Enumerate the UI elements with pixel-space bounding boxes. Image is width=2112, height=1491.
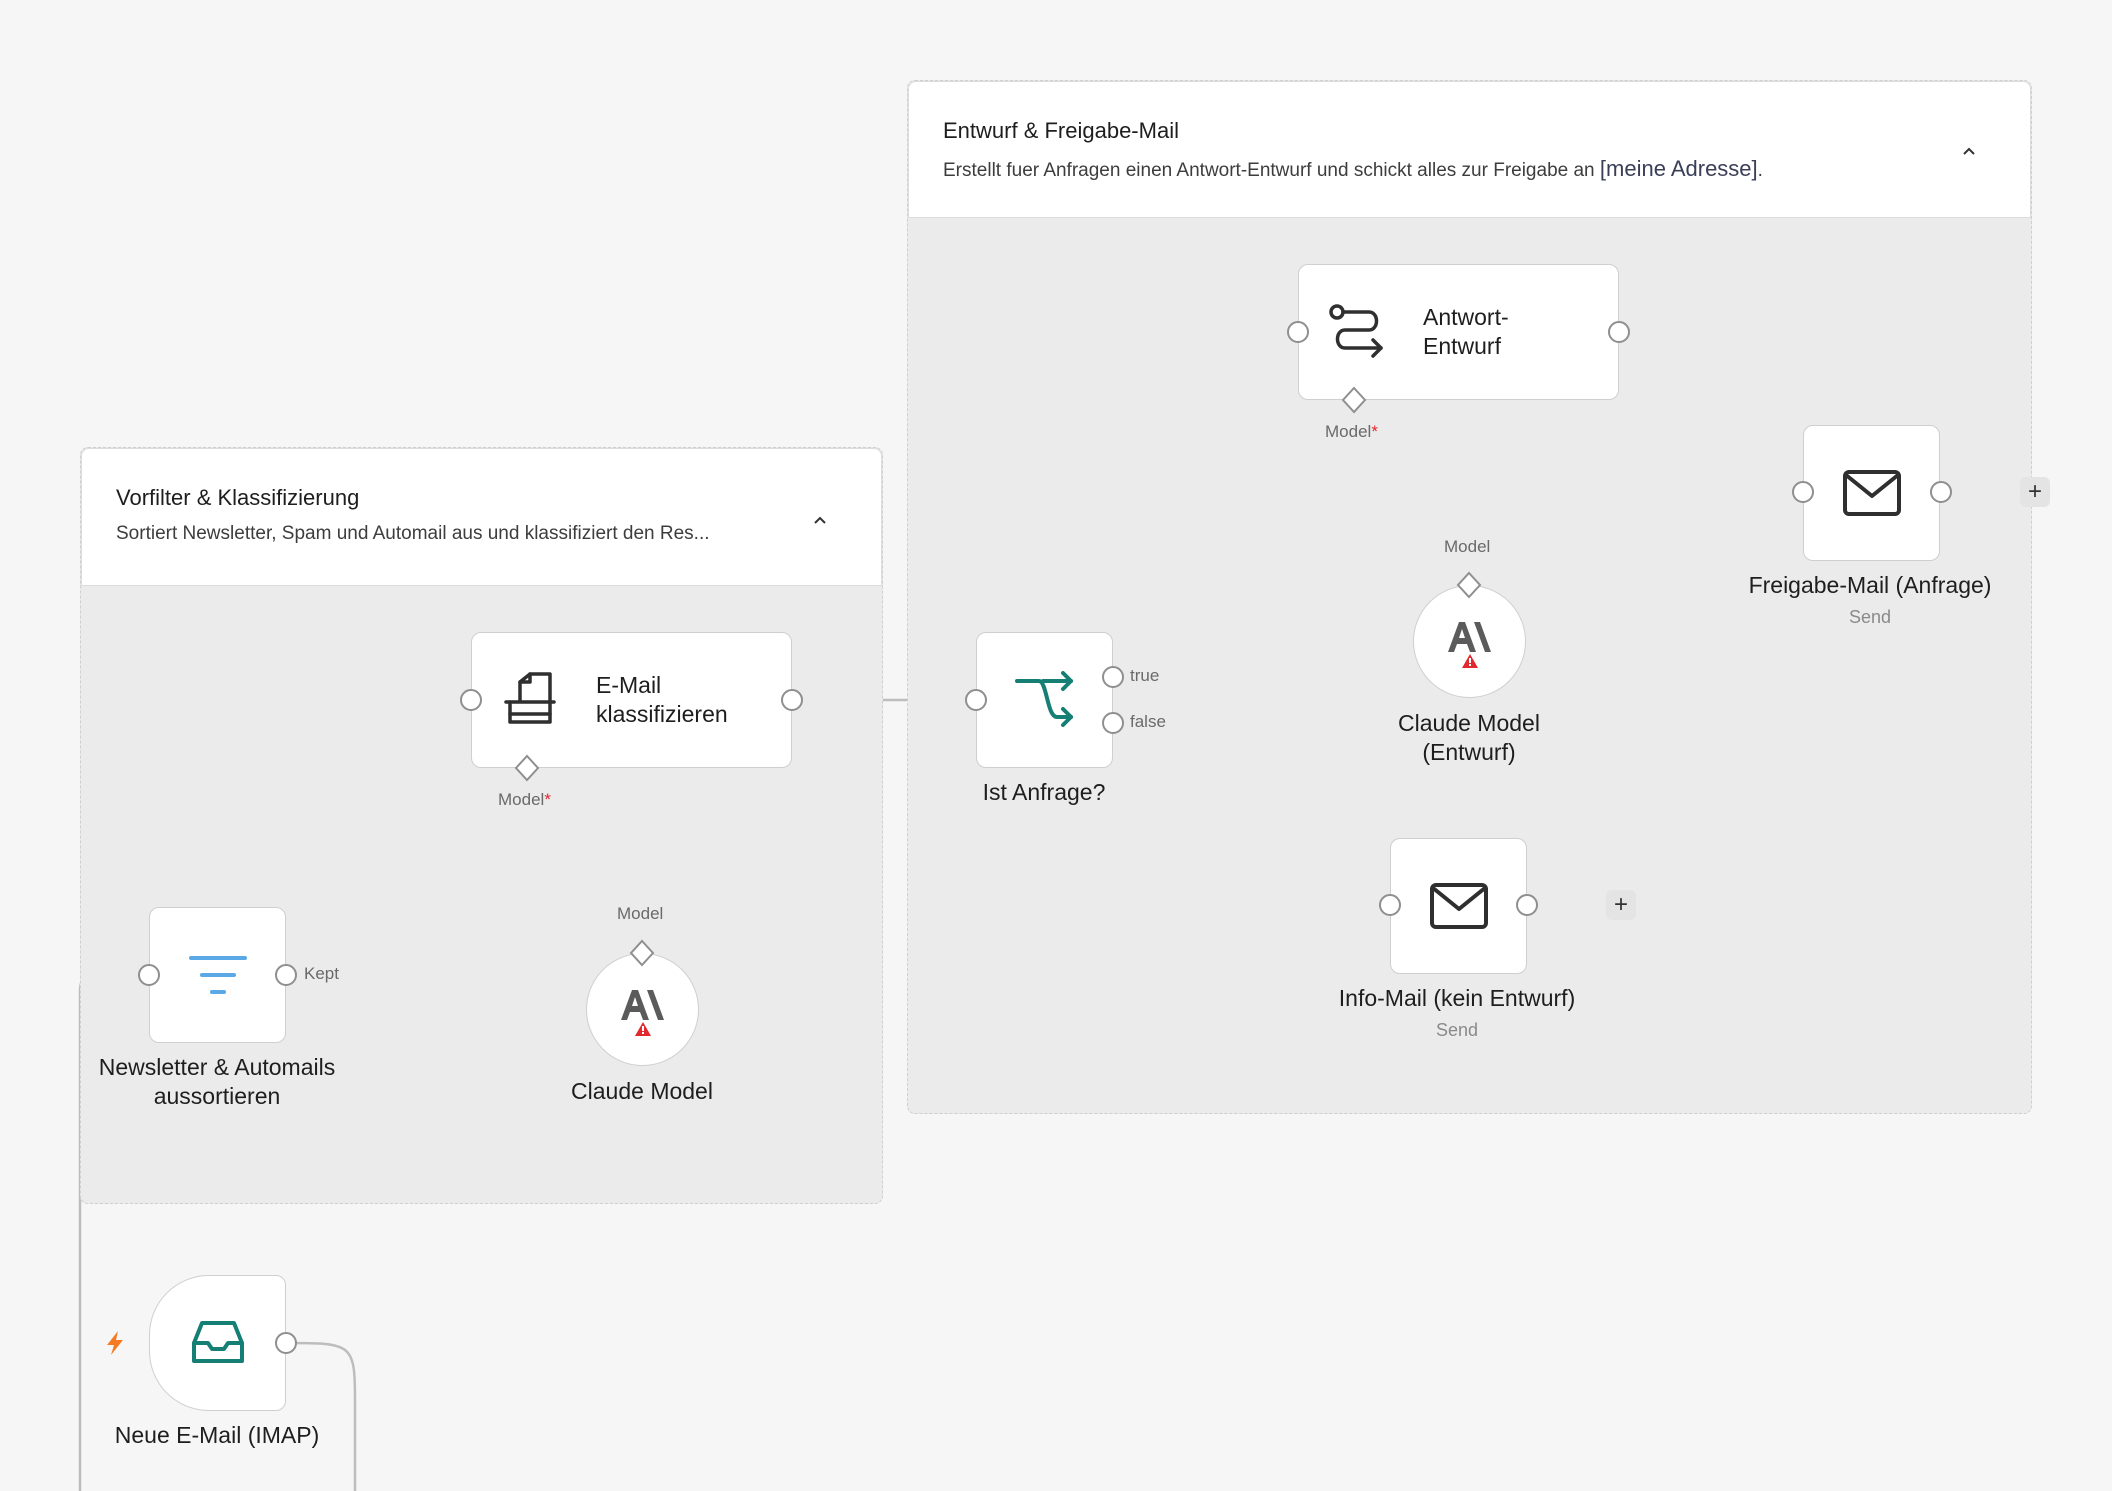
node-claude-model[interactable] — [586, 953, 699, 1066]
node-info-mail-title: Info-Mail (kein Entwurf) — [1338, 985, 1576, 1011]
required-mark: * — [544, 790, 551, 809]
node-neue-email-trigger[interactable] — [149, 1275, 286, 1411]
document-classify-icon — [504, 672, 556, 724]
model-port-text: Model — [1325, 422, 1372, 441]
group-vorfilter-header: Vorfilter & Klassifizierung Sortiert New… — [81, 448, 882, 586]
node-classify[interactable]: E-Mail klassifizieren — [471, 632, 792, 768]
node-antwort-entwurf-title: Antwort-Entwurf — [1423, 304, 1509, 359]
node-claude-model-entwurf-port-label: Model — [1444, 537, 1491, 556]
lightning-icon — [107, 1331, 123, 1355]
node-info-mail-subtitle: Send — [1435, 1020, 1479, 1040]
group-entwurf-title: Entwurf & Freigabe-Mail — [943, 118, 1179, 143]
node-freigabe-mail-title: Freigabe-Mail (Anfrage) — [1748, 572, 1992, 598]
node-filter-output-label: Kept — [304, 964, 339, 983]
node-antwort-entwurf-model-port-label: Model* — [1325, 422, 1378, 442]
node-neue-email-trigger-title: Neue E-Mail (IMAP) — [114, 1422, 320, 1448]
node-filter-title: Newsletter & Automails aussortieren — [98, 1054, 336, 1109]
branch-true-label: true — [1130, 666, 1160, 685]
node-ist-anfrage-title: Ist Anfrage? — [982, 779, 1106, 805]
node-filter[interactable] — [149, 907, 286, 1043]
route-icon — [1329, 304, 1383, 358]
envelope-icon — [1429, 883, 1488, 929]
node-freigabe-mail[interactable] — [1803, 425, 1940, 561]
group-entwurf-description-text: Erstellt fuer Anfragen einen Antwort-Ent… — [943, 160, 1595, 181]
node-info-mail[interactable] — [1390, 838, 1527, 974]
add-node-plus-button[interactable]: + — [2020, 477, 2050, 507]
node-ist-anfrage[interactable] — [976, 632, 1113, 768]
branch-false-label: false — [1130, 712, 1166, 731]
group-entwurf-header: Entwurf & Freigabe-Mail Erstellt fuer An… — [908, 81, 2031, 218]
anthropic-logo-icon — [1447, 621, 1491, 668]
group-entwurf-description-end: . — [1757, 160, 1763, 181]
envelope-icon — [1842, 470, 1901, 516]
required-mark: * — [1371, 422, 1378, 441]
anthropic-logo-icon — [620, 989, 664, 1036]
edge-trigger-filter — [284, 1341, 357, 1491]
node-antwort-entwurf[interactable]: Antwort-Entwurf — [1298, 264, 1619, 400]
node-freigabe-mail-subtitle: Send — [1848, 607, 1892, 627]
inbox-icon — [191, 1321, 244, 1363]
branch-icon — [1014, 671, 1073, 727]
node-claude-model-title: Claude Model — [571, 1078, 713, 1104]
group-vorfilter-description: Sortiert Newsletter, Spam und Automail a… — [116, 523, 710, 544]
model-port-text: Model — [498, 790, 545, 809]
node-classify-model-port-label: Model* — [498, 790, 551, 810]
group-vorfilter-title: Vorfilter & Klassifizierung — [116, 485, 360, 510]
node-claude-model-entwurf[interactable] — [1413, 585, 1526, 698]
add-node-plus-button[interactable]: + — [1606, 890, 1636, 920]
filter-lines-icon — [188, 956, 247, 994]
node-classify-title: E-Mail klassifizieren — [596, 672, 728, 727]
collapse-chevron-up-icon[interactable] — [809, 509, 831, 531]
group-entwurf-description: Erstellt fuer Anfragen einen Antwort-Ent… — [943, 156, 1996, 182]
node-claude-model-entwurf-title: Claude Model (Entwurf) — [1398, 710, 1540, 765]
collapse-chevron-up-icon[interactable] — [1958, 140, 1980, 162]
group-entwurf-address: [meine Adresse] — [1599, 156, 1758, 181]
node-claude-model-port-label: Model — [617, 904, 664, 923]
